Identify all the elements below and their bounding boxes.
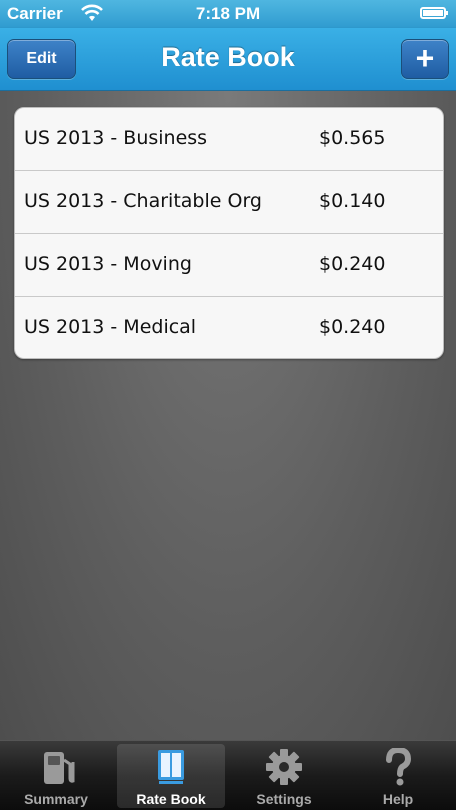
table-row[interactable]: US 2013 - Moving $0.240: [15, 234, 443, 297]
status-time: 7:18 PM: [195, 4, 261, 23]
table-row[interactable]: US 2013 - Medical $0.240: [15, 297, 443, 358]
rate-name: US 2013 - Business: [24, 127, 208, 149]
rate-name: US 2013 - Medical: [24, 316, 197, 338]
tab-settings[interactable]: Settings: [230, 744, 338, 808]
rate-value: $0.240: [319, 253, 386, 275]
page-title: Rate Book: [161, 42, 295, 72]
question-icon: [386, 748, 412, 786]
tab-label: Summary: [24, 791, 88, 807]
tab-rate-book[interactable]: Rate Book: [117, 744, 225, 808]
book-icon: [158, 750, 184, 784]
table-row[interactable]: US 2013 - Business $0.565: [15, 108, 443, 171]
tab-label: Help: [382, 791, 414, 807]
fuel-pump-icon: [44, 752, 75, 784]
tab-label: Settings: [256, 791, 312, 807]
navigation-bar: Edit Rate Book +: [0, 28, 456, 91]
rate-value: $0.240: [319, 316, 386, 338]
tab-label: Rate Book: [136, 791, 206, 807]
rate-name: US 2013 - Charitable Org: [24, 190, 262, 212]
rate-value: $0.565: [319, 127, 386, 149]
status-bar: Carrier 7:18 PM: [0, 0, 456, 28]
gear-icon: [266, 749, 302, 785]
add-rate-button[interactable]: +: [401, 39, 449, 79]
rate-table: US 2013 - Business $0.565 US 2013 - Char…: [14, 107, 444, 359]
tab-bar: Summary Rate Book Settings Help: [0, 740, 456, 810]
rate-name: US 2013 - Moving: [24, 253, 192, 275]
battery-icon: [420, 7, 448, 19]
rate-value: $0.140: [319, 190, 386, 212]
tab-summary[interactable]: Summary: [2, 744, 110, 808]
table-row[interactable]: US 2013 - Charitable Org $0.140: [15, 171, 443, 234]
tab-help[interactable]: Help: [344, 744, 452, 808]
